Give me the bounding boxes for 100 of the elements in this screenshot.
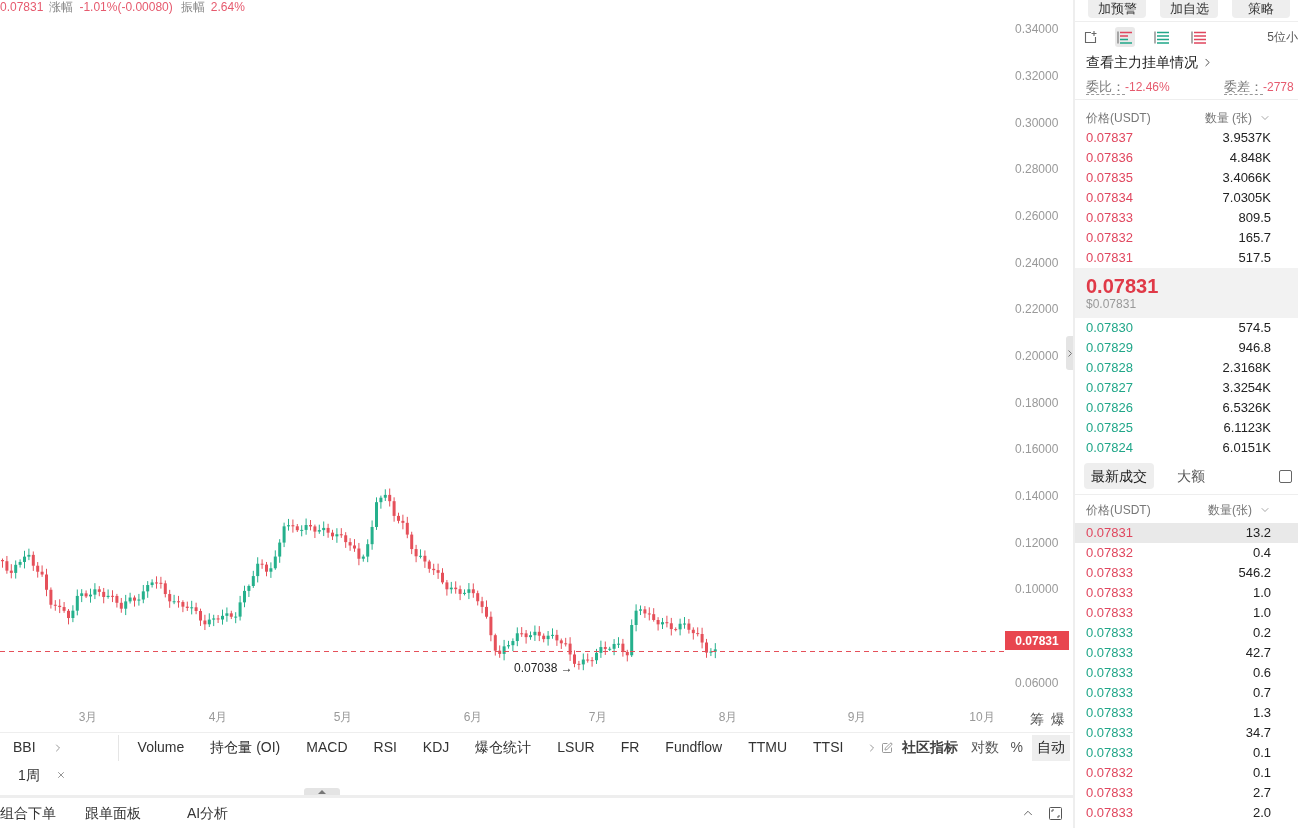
scale-option[interactable]: 自动 [1032,734,1070,761]
trade-price: 0.07833 [1086,644,1133,663]
chart-tool-button[interactable]: 爆 [1051,711,1065,727]
indicator-tab[interactable]: TTSI [813,737,844,758]
trade-price: 0.07833 [1086,664,1133,683]
trade-amount: 0.6 [1252,664,1271,683]
box-plus-icon[interactable] [1084,30,1097,44]
amplitude-label: 振幅 [180,0,205,14]
main-orders-link[interactable]: 查看主力挂单情况 [1086,51,1198,73]
indicator-tab[interactable]: 爆仓统计 [475,737,532,758]
indicator-tab[interactable]: TTMU [748,737,788,758]
close-icon[interactable] [55,770,66,780]
bid-amount: 2.3168K [1222,359,1271,378]
trade-amount: 0.1 [1252,744,1271,763]
trade-row[interactable]: 0.07833 34.7 [1075,723,1298,743]
interval-tab[interactable]: 1周 [18,764,40,786]
column-header: 价格(USDT) [1086,502,1151,519]
trade-row[interactable]: 0.07833 546.2 [1075,563,1298,583]
trade-row[interactable]: 0.07833 1.3 [1075,703,1298,723]
ask-amount: 4.848K [1229,149,1271,168]
trade-amount: 13.2 [1245,524,1271,543]
delta-value: -2778 [1263,78,1294,96]
ask-amount: 165.7 [1238,229,1271,248]
bid-amount: 6.0151K [1222,439,1271,458]
trade-row[interactable]: 0.07832 0.4 [1075,543,1298,563]
trade-amount: 2.7 [1252,784,1271,803]
trade-row[interactable]: 0.07833 42.7 [1075,643,1298,663]
maximize-icon[interactable] [1049,806,1062,820]
panel-resize-handle[interactable] [304,788,340,795]
indicator-tab[interactable]: FR [620,737,640,758]
trade-row[interactable]: 0.07833 0.2 [1075,623,1298,643]
ask-amount: 809.5 [1238,209,1271,228]
axis-label: 0.30000 [1015,115,1059,130]
trade-amount: 1.0 [1252,584,1271,603]
ratio-label: 委比： [1086,78,1125,95]
panel-button[interactable]: 加预警 [1088,0,1146,18]
indicator-tab[interactable]: LSUR [557,737,595,758]
trade-price: 0.07833 [1086,564,1133,583]
axis-label: 0.10000 [1015,582,1059,597]
column-header: 价格(USDT) [1086,110,1151,127]
axis-label: 0.16000 [1015,442,1059,457]
ask-amount: 3.4066K [1222,169,1271,188]
community-indicators-button[interactable]: 社区指标 [901,737,958,758]
bid-price: 0.07829 [1086,339,1133,358]
edit-icon[interactable] [880,741,893,754]
trade-row[interactable]: 0.07833 0.6 [1075,663,1298,683]
indicator-tab[interactable]: 持仓量 (OI) [210,737,281,758]
trade-row[interactable]: 0.07833 2.7 [1075,783,1298,803]
ask-price: 0.07831 [1086,249,1133,268]
indicator-tab[interactable]: Fundflow [665,737,723,758]
checkbox[interactable] [1279,469,1292,483]
bottom-tab[interactable]: AI分析 [187,802,229,824]
axis-label: 10月 [969,710,995,724]
trade-tab[interactable]: 最新成交 [1084,463,1154,489]
collapse-handle[interactable] [1066,336,1073,370]
panel-button[interactable]: 加自选 [1160,0,1218,18]
book-view-button[interactable] [1115,27,1135,47]
trade-amount: 2.0 [1252,804,1271,823]
axis-label: 8月 [718,710,738,724]
ask-price: 0.07832 [1086,229,1133,248]
trade-row[interactable]: 0.07832 0.1 [1075,763,1298,783]
chart-tool-button[interactable]: 筹 [1030,711,1044,727]
axis-label: 9月 [847,710,867,724]
trade-tab[interactable]: 大额 [1170,463,1212,489]
bid-price: 0.07827 [1086,379,1133,398]
trade-price: 0.07832 [1086,544,1133,563]
axis-label: 0.18000 [1015,395,1059,410]
trade-price: 0.07832 [1086,764,1133,783]
scale-option[interactable]: 对数 [967,734,1002,761]
indicator-tab[interactable]: MACD [306,737,348,758]
change-text: -1.01%(-0.00080) [79,0,173,14]
trade-row[interactable]: 0.07833 1.0 [1075,603,1298,623]
indicator-tab[interactable]: RSI [373,737,397,758]
indicator-tab[interactable]: KDJ [422,737,450,758]
ask-price: 0.07835 [1086,169,1133,188]
trade-price: 0.07833 [1086,584,1133,603]
scale-option[interactable]: % [1007,734,1026,761]
ask-price: 0.07833 [1086,209,1133,228]
ask-price: 0.07834 [1086,189,1133,208]
trade-price: 0.07833 [1086,784,1133,803]
trade-row[interactable]: 0.07833 1.0 [1075,583,1298,603]
indicator-tab[interactable]: Volume [137,737,185,758]
bid-price: 0.07830 [1086,319,1133,338]
bottom-tab[interactable]: 跟单面板 [85,802,141,824]
bottom-tab[interactable]: 组合下单 [0,802,56,824]
trade-amount: 0.4 [1252,544,1271,563]
trade-row[interactable]: 0.07833 0.7 [1075,683,1298,703]
trade-price: 0.07833 [1086,744,1133,763]
split-list-icon [1117,30,1133,44]
trade-price: 0.07833 [1086,704,1133,723]
trade-row[interactable]: 0.07831 13.2 [1075,523,1298,543]
list-icon [1191,30,1207,44]
panel-button[interactable]: 策略 [1232,0,1290,18]
ask-price: 0.07837 [1086,129,1133,148]
indicator-tab[interactable]: BBI [13,737,36,758]
precision-selector[interactable]: 5位小 [1267,28,1298,46]
trade-row[interactable]: 0.07833 2.0 [1075,803,1298,823]
axis-label: 0.28000 [1015,162,1059,177]
trade-row[interactable]: 0.07833 0.1 [1075,743,1298,763]
change-label: 涨幅 [49,0,74,14]
